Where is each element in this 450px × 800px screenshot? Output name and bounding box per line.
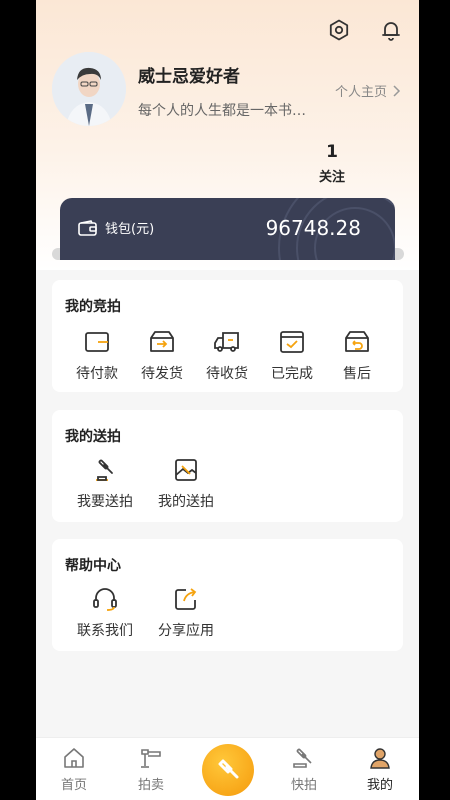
nickname: 威士忌爱好者 bbox=[138, 67, 240, 87]
profile-icon bbox=[370, 748, 390, 769]
consign-image-icon bbox=[172, 456, 200, 484]
tab-mine[interactable]: 我的 bbox=[350, 746, 410, 793]
wallet-label-group: 钱包(元) bbox=[78, 218, 154, 237]
pending-shipment-icon bbox=[148, 328, 176, 356]
chevron-right-icon bbox=[393, 84, 401, 97]
profile-screen: 威士忌爱好者 每个人的人生都是一本书… 个人主页 1 关注 钱包(元) 9674… bbox=[36, 0, 419, 800]
signature: 每个人的人生都是一本书… bbox=[138, 103, 306, 119]
share-app-label: 分享应用 bbox=[158, 623, 214, 639]
center-gavel-button[interactable] bbox=[202, 744, 254, 796]
consign-label: 我要送拍 bbox=[77, 494, 133, 510]
my-auction-title: 我的竞拍 bbox=[65, 299, 121, 315]
help-center-card: 帮助中心 联系我们 分享应用 bbox=[52, 539, 403, 651]
my-consign-label: 我的送拍 bbox=[158, 494, 214, 510]
consign-item[interactable]: 我要送拍 bbox=[73, 456, 137, 511]
follow-stat[interactable]: 1 关注 bbox=[308, 142, 356, 185]
wallet-amount: 96748.28 bbox=[265, 216, 361, 240]
gavel-icon bbox=[91, 456, 119, 484]
pending-payment-icon bbox=[83, 328, 111, 356]
tab-auction[interactable]: 拍卖 bbox=[121, 746, 181, 793]
tab-mine-label: 我的 bbox=[366, 778, 393, 793]
tab-quick-auction-label: 快拍 bbox=[290, 778, 317, 793]
pending-receipt-label: 待收货 bbox=[206, 366, 248, 382]
follow-count: 1 bbox=[326, 142, 338, 162]
my-consign-card: 我的送拍 我要送拍 我的送拍 bbox=[52, 410, 403, 522]
contact-us-item[interactable]: 联系我们 bbox=[73, 585, 137, 640]
my-auction-card: 我的竞拍 待付款 待发货 待收货 已完成 售后 bbox=[52, 280, 403, 392]
wallet-label: 钱包(元) bbox=[105, 222, 155, 237]
after-sales-item[interactable]: 售后 bbox=[325, 328, 389, 383]
share-app-item[interactable]: 分享应用 bbox=[154, 585, 218, 640]
home-page-link-label: 个人主页 bbox=[334, 85, 387, 100]
center-gavel-icon bbox=[218, 759, 239, 779]
home-icon bbox=[64, 748, 84, 768]
wallet-card[interactable]: 钱包(元) 96748.28 bbox=[60, 198, 395, 260]
share-icon bbox=[172, 585, 200, 613]
completed-label: 已完成 bbox=[271, 366, 313, 382]
tab-quick-auction[interactable]: 快拍 bbox=[274, 746, 334, 793]
auction-icon bbox=[141, 749, 161, 768]
contact-us-label: 联系我们 bbox=[77, 623, 133, 639]
tab-auction-label: 拍卖 bbox=[137, 778, 164, 793]
my-consign-item[interactable]: 我的送拍 bbox=[154, 456, 218, 511]
pending-receipt-item[interactable]: 待收货 bbox=[195, 328, 259, 383]
completed-icon bbox=[278, 328, 306, 356]
after-sales-label: 售后 bbox=[343, 366, 371, 382]
bell-icon[interactable] bbox=[377, 16, 405, 44]
tab-home-label: 首页 bbox=[60, 778, 87, 793]
pending-shipment-label: 待发货 bbox=[141, 366, 183, 382]
headset-icon bbox=[91, 585, 119, 613]
after-sales-icon bbox=[343, 328, 371, 356]
home-page-link[interactable]: 个人主页 bbox=[335, 81, 401, 100]
quick-auction-icon bbox=[293, 748, 312, 768]
pending-receipt-icon bbox=[213, 328, 241, 356]
pending-shipment-item[interactable]: 待发货 bbox=[130, 328, 194, 383]
avatar[interactable] bbox=[52, 52, 126, 126]
completed-item[interactable]: 已完成 bbox=[260, 328, 324, 383]
wallet-icon bbox=[78, 219, 97, 236]
settings-icon[interactable] bbox=[325, 16, 353, 44]
my-consign-title: 我的送拍 bbox=[65, 429, 121, 445]
follow-label: 关注 bbox=[318, 170, 345, 185]
help-center-title: 帮助中心 bbox=[65, 558, 121, 574]
pending-payment-label: 待付款 bbox=[76, 366, 118, 382]
pending-payment-item[interactable]: 待付款 bbox=[65, 328, 129, 383]
tab-home[interactable]: 首页 bbox=[44, 746, 104, 793]
